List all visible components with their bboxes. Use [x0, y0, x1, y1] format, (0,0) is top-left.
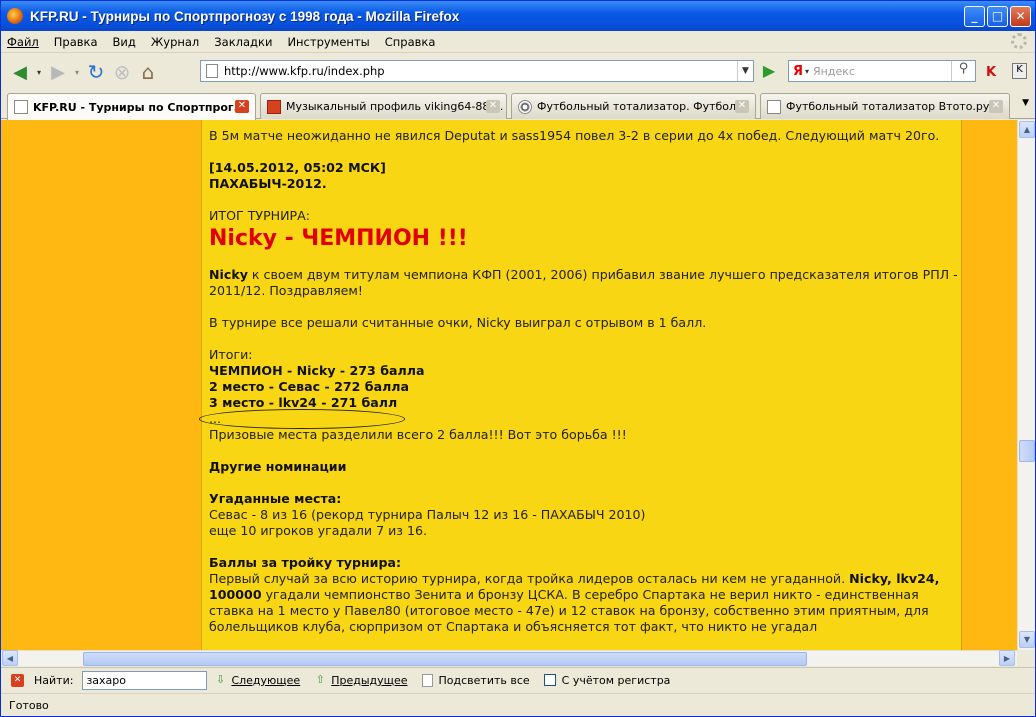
- find-next-button[interactable]: ⇩ Следующее: [214, 674, 300, 687]
- place-1: ЧЕМПИОН - Nicky - 273 балла: [209, 363, 425, 378]
- page-favicon-icon: [767, 99, 781, 114]
- close-tab-icon[interactable]: ✕: [235, 100, 249, 113]
- checkbox-icon: [543, 674, 556, 686]
- close-findbar-icon[interactable]: ✕: [11, 673, 24, 687]
- article-content: В 5м матче неожиданно не явился Deputat …: [199, 120, 962, 650]
- top3-title: Баллы за тройку турнира:: [209, 555, 402, 570]
- highlight-icon: [421, 673, 433, 687]
- horizontal-scroll-thumb[interactable]: [83, 652, 807, 666]
- tab-strip: KFP.RU - Турниры по Спортпрог... ✕ Музык…: [1, 91, 1035, 120]
- hand-drawn-circle: [199, 409, 405, 429]
- find-bar: ✕ Найти: ⇩Следующее ⇧Предыдущее Подсвети…: [1, 667, 1035, 692]
- browser-window: KFP.RU - Турниры по Спортпрогнозу с 1998…: [0, 0, 1036, 717]
- other-nominations: Другие номинации: [209, 459, 347, 474]
- home-icon[interactable]: ⌂: [135, 59, 161, 85]
- addon-k-icon[interactable]: K: [1012, 63, 1027, 79]
- url-dropdown-icon[interactable]: ▼: [737, 61, 753, 81]
- guessed-line-1: Севас - 8 из 16 (рекорд турнира Палыч 12…: [209, 507, 646, 522]
- points-text: В турнире все решали считанные очки, Nic…: [209, 315, 707, 330]
- url-text: http://www.kfp.ru/index.php: [224, 64, 385, 78]
- tab-football-totalizator[interactable]: Футбольный тотализатор. Футбол ... ✕: [511, 93, 756, 119]
- search-bar[interactable]: Я ▾ Яндекс ⚲: [788, 60, 976, 82]
- top3-text-c: угадали чемпионство Зенита и бронзу ЦСКА…: [209, 587, 929, 634]
- match-report: В 5м матче неожиданно не явился Deputat …: [209, 128, 940, 143]
- champion-name: Nicky: [209, 267, 248, 282]
- tab-label: Футбольный тотализатор. Футбол ...: [537, 100, 751, 113]
- tab-label: Футбольный тотализатор Втото.ру ...: [786, 100, 1004, 113]
- lastfm-favicon-icon: [267, 99, 281, 114]
- search-icon[interactable]: ⚲: [951, 61, 975, 81]
- arrow-down-icon: ⇩: [215, 673, 226, 686]
- menu-bar: Файл Правка Вид Журнал Закладки Инструме…: [1, 31, 1035, 53]
- vertical-scroll-thumb[interactable]: [1019, 440, 1035, 462]
- title-bar: KFP.RU - Турниры по Спортпрогнозу с 1998…: [1, 1, 1035, 31]
- congrats-text: к своем двум титулам чемпиона КФП (2001,…: [209, 267, 958, 298]
- tab-music-profile[interactable]: Музыкальный профиль viking64-88 ... ✕: [260, 93, 507, 119]
- scroll-right-icon[interactable]: ▶: [999, 650, 1015, 666]
- minimize-button[interactable]: _: [964, 6, 985, 27]
- forward-button[interactable]: ▶: [45, 59, 71, 85]
- yandex-logo-icon[interactable]: Я: [793, 64, 803, 79]
- addon-red-icon[interactable]: K: [986, 65, 996, 80]
- tab-vtoto[interactable]: Футбольный тотализатор Втото.ру ... ✕: [760, 93, 1010, 119]
- maximize-button[interactable]: □: [987, 6, 1008, 27]
- status-bar: Готово: [1, 693, 1035, 716]
- scroll-up-icon[interactable]: ▲: [1019, 121, 1035, 138]
- guessed-places-title: Угаданные места:: [209, 491, 342, 506]
- match-case-checkbox[interactable]: С учётом регистра: [543, 674, 670, 687]
- page-icon: [206, 64, 218, 78]
- guessed-line-2: еще 10 игроков угадали 7 из 16.: [209, 523, 428, 538]
- find-previous-button[interactable]: ⇧ Предыдущее: [314, 673, 408, 687]
- arrow-up-icon: ⇧: [315, 673, 325, 686]
- throbber-icon: [1011, 33, 1027, 49]
- navigation-toolbar: ◀ ▾ ▶ ▾ ↻ ⊗ ⌂ http://www.kfp.ru/index.ph…: [1, 54, 1035, 90]
- place-3: 3 место - lkv24 - 271 балл: [209, 395, 398, 410]
- url-bar[interactable]: http://www.kfp.ru/index.php ▼: [200, 60, 754, 82]
- scroll-down-icon[interactable]: ▼: [1019, 631, 1035, 648]
- close-tab-icon[interactable]: ✕: [735, 100, 749, 113]
- find-label: Найти:: [34, 673, 74, 687]
- window-title: KFP.RU - Турниры по Спортпрогнозу с 1998…: [30, 8, 460, 24]
- prize-text: Призовые места разделили всего 2 балла!!…: [209, 427, 627, 442]
- tab-list-dropdown-icon[interactable]: ▼: [1022, 98, 1029, 108]
- horizontal-scrollbar[interactable]: ◀ ▶: [1, 650, 1017, 666]
- place-2: 2 место - Севас - 272 балла: [209, 379, 410, 394]
- stop-icon[interactable]: ⊗: [109, 59, 135, 85]
- back-button[interactable]: ◀: [7, 59, 33, 85]
- go-button[interactable]: ▶: [758, 61, 780, 81]
- scroll-left-icon[interactable]: ◀: [2, 650, 18, 666]
- reload-icon[interactable]: ↻: [83, 59, 109, 85]
- tab-label: KFP.RU - Турниры по Спортпрог...: [33, 100, 247, 114]
- back-history-dropdown[interactable]: ▾: [33, 59, 45, 85]
- tournament-name: ПАХАБЫЧ-2012.: [209, 176, 327, 191]
- champion-headline: Nicky - ЧЕМПИОН !!!: [209, 226, 468, 251]
- close-window-button[interactable]: ✕: [1010, 6, 1031, 27]
- menu-file[interactable]: Файл: [7, 35, 39, 49]
- status-text: Готово: [9, 698, 49, 712]
- menu-help[interactable]: Справка: [385, 35, 436, 49]
- page-viewport: В 5м матче неожиданно не явился Deputat …: [1, 120, 1017, 650]
- top3-text-a: Первый случай за всю историю турнира, ко…: [209, 571, 850, 586]
- menu-bookmarks[interactable]: Закладки: [214, 35, 272, 49]
- page-favicon-icon: [14, 100, 28, 114]
- tab-label: Музыкальный профиль viking64-88 ...: [286, 100, 504, 113]
- search-placeholder: Яндекс: [813, 64, 855, 78]
- menu-edit[interactable]: Правка: [54, 35, 98, 49]
- close-tab-icon[interactable]: ✕: [486, 100, 500, 113]
- close-tab-icon[interactable]: ✕: [989, 100, 1003, 113]
- search-engine-dropdown-icon[interactable]: ▾: [805, 67, 809, 76]
- menu-view[interactable]: Вид: [113, 35, 136, 49]
- football-favicon-icon: [518, 99, 532, 114]
- find-input[interactable]: [82, 670, 208, 690]
- result-label: ИТОГ ТУРНИРА:: [209, 208, 311, 223]
- vertical-scrollbar[interactable]: ▲ ▼: [1017, 120, 1035, 650]
- forward-history-dropdown[interactable]: ▾: [71, 59, 83, 85]
- news-date: [14.05.2012, 05:02 МСК]: [209, 160, 386, 175]
- highlight-all-button[interactable]: Подсветить все: [421, 673, 530, 687]
- menu-history[interactable]: Журнал: [151, 35, 199, 49]
- menu-tools[interactable]: Инструменты: [287, 35, 369, 49]
- totals-label: Итоги:: [209, 347, 253, 362]
- tab-kfp[interactable]: KFP.RU - Турниры по Спортпрог... ✕: [7, 93, 256, 120]
- firefox-logo-icon: [7, 8, 23, 24]
